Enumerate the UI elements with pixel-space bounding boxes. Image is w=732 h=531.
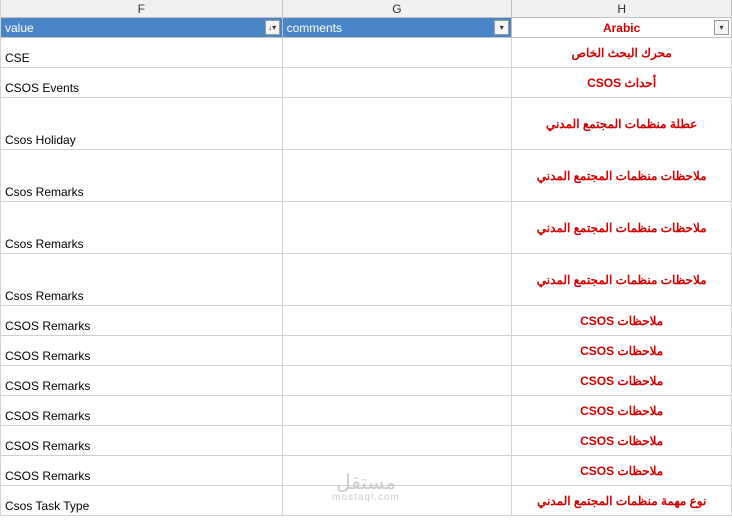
cell-comments[interactable] <box>283 202 513 254</box>
cell-comments[interactable] <box>283 366 513 396</box>
cell-value[interactable]: CSOS Remarks <box>1 366 283 396</box>
cell-value[interactable]: CSOS Remarks <box>1 396 283 426</box>
table-row: Csos Holiday عطلة منظمات المجتمع المدني <box>1 98 732 150</box>
cell-comments[interactable] <box>283 426 513 456</box>
cell-arabic[interactable]: ملاحظات CSOS <box>512 336 732 366</box>
col-letter-f[interactable]: F <box>1 0 283 18</box>
cell-comments[interactable] <box>283 306 513 336</box>
header-arabic-label: Arabic <box>516 21 727 35</box>
cell-comments[interactable] <box>283 486 513 516</box>
cell-value[interactable]: Csos Remarks <box>1 202 283 254</box>
cell-comments[interactable] <box>283 38 513 68</box>
col-letter-h[interactable]: H <box>512 0 732 18</box>
header-comments-label: comments <box>287 21 342 35</box>
cell-value[interactable]: CSE <box>1 38 283 68</box>
cell-comments[interactable] <box>283 98 513 150</box>
column-letters-row: F G H <box>1 0 732 18</box>
header-arabic[interactable]: Arabic ▾ <box>512 18 732 38</box>
filter-icon[interactable]: ▾ <box>714 20 729 35</box>
cell-arabic[interactable]: ملاحظات CSOS <box>512 426 732 456</box>
cell-value[interactable]: Csos Remarks <box>1 254 283 306</box>
cell-value[interactable]: CSOS Remarks <box>1 306 283 336</box>
table-row: Csos Task Type نوع مهمة منظمات المجتمع ال… <box>1 486 732 516</box>
data-rows: CSE محرك البحث الخاص CSOS Events أحداث CSOS… <box>1 38 732 516</box>
table-row: Csos Remarks ملاحظات منظمات المجتمع المدن… <box>1 150 732 202</box>
table-row: CSOS Remarks ملاحظات CSOS <box>1 426 732 456</box>
cell-arabic[interactable]: ملاحظات منظمات المجتمع المدني <box>512 150 732 202</box>
cell-value[interactable]: Csos Task Type <box>1 486 283 516</box>
table-row: Csos Remarks ملاحظات منظمات المجتمع المدن… <box>1 202 732 254</box>
col-letter-g[interactable]: G <box>283 0 513 18</box>
filter-icon[interactable]: ▾ <box>494 20 509 35</box>
header-row: value ↓▾ comments ▾ Arabic ▾ <box>1 18 732 38</box>
header-comments[interactable]: comments ▾ <box>283 18 513 38</box>
cell-comments[interactable] <box>283 336 513 366</box>
cell-comments[interactable] <box>283 150 513 202</box>
cell-comments[interactable] <box>283 68 513 98</box>
cell-comments[interactable] <box>283 396 513 426</box>
header-value[interactable]: value ↓▾ <box>1 18 283 38</box>
cell-arabic[interactable]: ملاحظات CSOS <box>512 306 732 336</box>
table-row: CSOS Remarks ملاحظات CSOS <box>1 456 732 486</box>
header-value-label: value <box>5 21 34 35</box>
cell-arabic[interactable]: محرك البحث الخاص <box>512 38 732 68</box>
cell-comments[interactable] <box>283 456 513 486</box>
filter-sort-icon[interactable]: ↓▾ <box>265 20 280 35</box>
cell-arabic[interactable]: عطلة منظمات المجتمع المدني <box>512 98 732 150</box>
table-row: CSOS Events أحداث CSOS <box>1 68 732 98</box>
cell-value[interactable]: Csos Holiday <box>1 98 283 150</box>
cell-arabic[interactable]: ملاحظات منظمات المجتمع المدني <box>512 202 732 254</box>
cell-arabic[interactable]: ملاحظات CSOS <box>512 366 732 396</box>
table-row: CSOS Remarks ملاحظات CSOS <box>1 396 732 426</box>
cell-arabic[interactable]: ملاحظات CSOS <box>512 396 732 426</box>
table-row: CSOS Remarks ملاحظات CSOS <box>1 336 732 366</box>
cell-value[interactable]: CSOS Remarks <box>1 426 283 456</box>
spreadsheet: F G H value ↓▾ comments ▾ Arabic ▾ CSE مح… <box>0 0 732 516</box>
cell-arabic[interactable]: ملاحظات CSOS <box>512 456 732 486</box>
cell-value[interactable]: CSOS Remarks <box>1 456 283 486</box>
cell-value[interactable]: CSOS Events <box>1 68 283 98</box>
table-row: CSOS Remarks ملاحظات CSOS <box>1 306 732 336</box>
table-row: Csos Remarks ملاحظات منظمات المجتمع المدن… <box>1 254 732 306</box>
table-row: CSOS Remarks ملاحظات CSOS <box>1 366 732 396</box>
cell-arabic[interactable]: ملاحظات منظمات المجتمع المدني <box>512 254 732 306</box>
cell-value[interactable]: CSOS Remarks <box>1 336 283 366</box>
cell-value[interactable]: Csos Remarks <box>1 150 283 202</box>
cell-arabic[interactable]: نوع مهمة منظمات المجتمع المدني <box>512 486 732 516</box>
cell-arabic[interactable]: أحداث CSOS <box>512 68 732 98</box>
cell-comments[interactable] <box>283 254 513 306</box>
table-row: CSE محرك البحث الخاص <box>1 38 732 68</box>
